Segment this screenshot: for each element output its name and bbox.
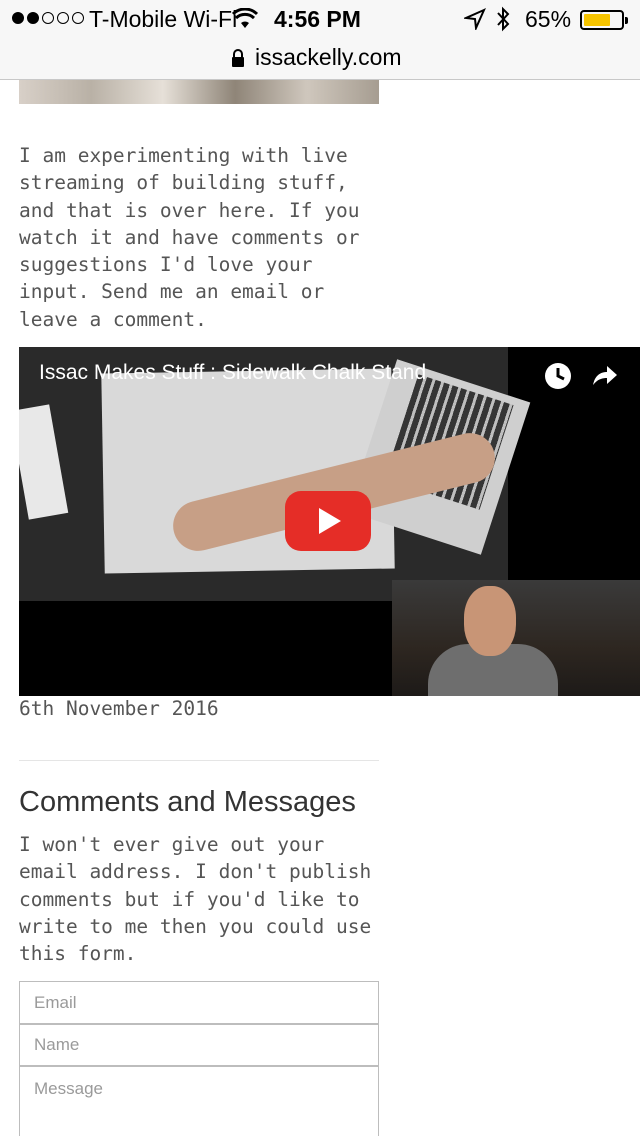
clock-time: 4:56 PM <box>274 6 361 32</box>
play-button[interactable] <box>285 491 371 551</box>
webcam-inset <box>392 580 640 696</box>
battery-percent: 65% <box>525 6 572 32</box>
video-thumbnail <box>19 347 531 601</box>
post-image <box>19 80 379 104</box>
email-field[interactable] <box>19 981 379 1024</box>
cell-signal-icon <box>12 12 84 24</box>
clock-icon[interactable] <box>543 361 573 391</box>
divider <box>19 760 379 761</box>
wifi-icon <box>231 7 259 36</box>
video-title[interactable]: Issac Makes Stuff : Sidewalk Chalk Stand <box>39 361 426 385</box>
url-text[interactable]: issackelly.com <box>255 44 402 71</box>
status-bar: T-Mobile Wi-Fi 4:56 PM 65% <box>0 0 640 40</box>
name-field[interactable] <box>19 1024 379 1066</box>
share-icon[interactable] <box>589 361 619 391</box>
address-bar[interactable]: issackelly.com <box>0 40 640 80</box>
bluetooth-icon <box>495 6 511 38</box>
comments-description: I won't ever give out your email address… <box>19 833 372 966</box>
post-intro-text: I am experimenting with live streaming o… <box>19 144 360 331</box>
location-arrow-icon <box>462 8 486 36</box>
play-icon <box>319 508 341 534</box>
battery-icon <box>580 10 628 30</box>
comments-heading: Comments and Messages <box>19 786 356 818</box>
lock-icon <box>230 47 246 74</box>
youtube-video-embed[interactable]: Issac Makes Stuff : Sidewalk Chalk Stand <box>19 347 640 696</box>
message-field[interactable] <box>19 1066 379 1136</box>
carrier-name: T-Mobile Wi-Fi <box>89 6 238 32</box>
post-date: 6th November 2016 <box>19 697 219 720</box>
